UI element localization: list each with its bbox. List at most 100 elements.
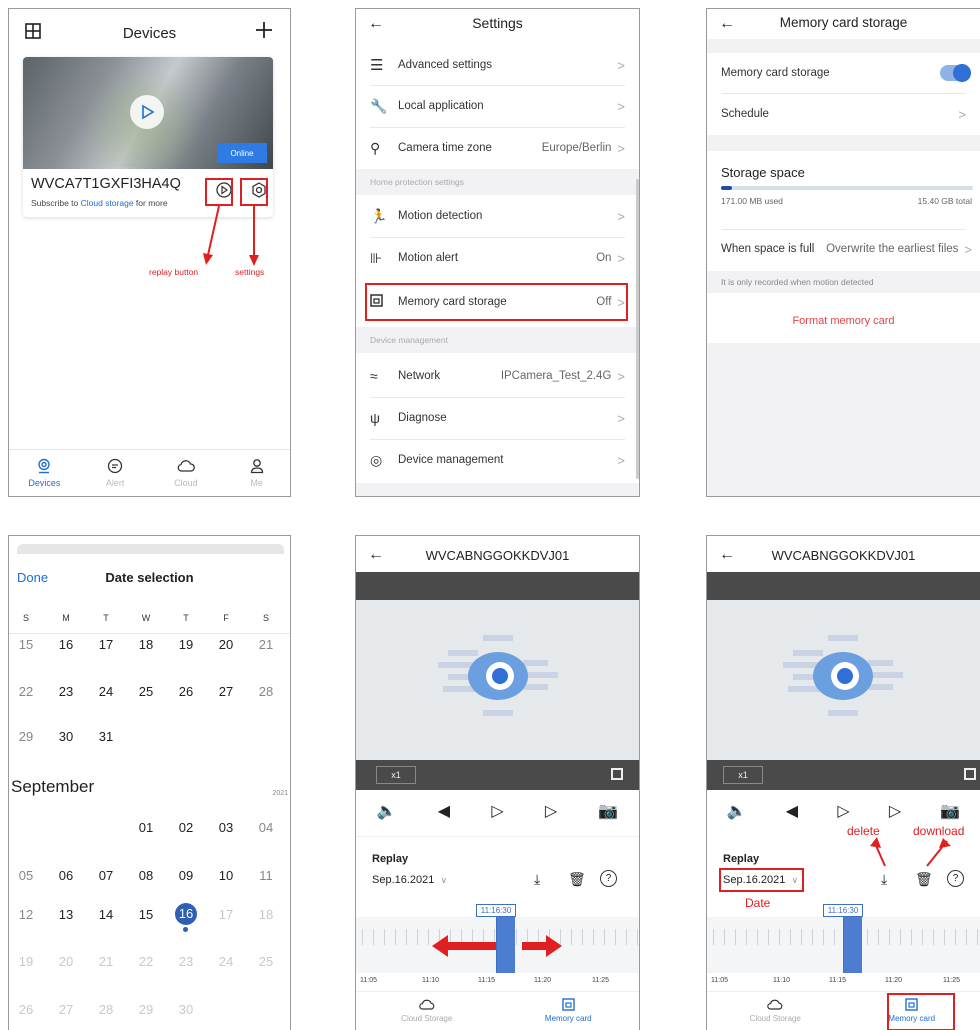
calendar-day[interactable]: 21 (91, 954, 121, 969)
calendar-day[interactable]: 28 (251, 684, 281, 699)
calendar-day[interactable]: 19 (171, 637, 201, 652)
replay-annotated-screen: ← WVCABNGGOKKDVJ01 x1 🔈 ◀︎ ▷ ▷︎ 📷 delete… (706, 535, 980, 1030)
calendar-day[interactable]: 07 (91, 868, 121, 883)
calendar-day[interactable]: 28 (91, 1002, 121, 1017)
date-highlight (719, 868, 804, 892)
tab-memory-card[interactable]: Memory card (498, 992, 640, 1030)
calendar-day[interactable]: 10 (211, 868, 241, 883)
calendar-day[interactable]: 27 (211, 684, 241, 699)
calendar-day[interactable]: 29 (11, 729, 41, 744)
selected-calendar-day[interactable]: 16 (175, 903, 197, 925)
scrollbar[interactable] (636, 179, 639, 479)
weekday-label: W (141, 613, 151, 623)
timeline-tick (768, 929, 769, 945)
calendar-day[interactable]: 22 (131, 954, 161, 969)
timeline-tick (779, 929, 780, 945)
calendar-day[interactable]: 23 (51, 684, 81, 699)
timeline[interactable] (707, 917, 980, 973)
calendar-day[interactable]: 19 (11, 954, 41, 969)
snapshot-icon[interactable]: 📷 (598, 801, 618, 821)
calendar-day[interactable]: 26 (171, 684, 201, 699)
calendar-day[interactable]: 15 (11, 637, 41, 652)
nav-devices[interactable]: Devices (9, 450, 80, 496)
calendar-day[interactable]: 29 (131, 1002, 161, 1017)
calendar-day[interactable]: 25 (251, 954, 281, 969)
calendar-day[interactable]: 01 (131, 820, 161, 835)
calendar-day[interactable]: 02 (171, 820, 201, 835)
calendar-day[interactable]: 14 (91, 907, 121, 922)
settings-screen: ← Settings ☰ Advanced settings > 🔧 Local… (355, 8, 640, 497)
storage-total: 15.40 GB total (917, 196, 972, 206)
help-icon[interactable]: ? (947, 870, 964, 887)
calendar-day[interactable]: 18 (251, 907, 281, 922)
date-dropdown[interactable]: Sep.16.2021 ∨ (372, 874, 447, 886)
settings-row-motion-alert[interactable]: ⊪ Motion alert On > (356, 237, 639, 279)
video-control-bar: x1 (356, 760, 639, 790)
speed-button[interactable]: x1 (376, 766, 416, 784)
calendar-day[interactable]: 11 (251, 868, 281, 883)
settings-row-network[interactable]: ≈ Network IPCamera_Test_2.4G > (356, 355, 639, 397)
calendar-day[interactable]: 21 (251, 637, 281, 652)
calendar-day[interactable]: 08 (131, 868, 161, 883)
timeline-tick (867, 929, 868, 945)
settings-row-diagnose[interactable]: ψ Diagnose > (356, 397, 639, 439)
calendar-day[interactable]: 30 (51, 729, 81, 744)
settings-row-timezone[interactable]: ⚲ Camera time zone Europe/Berlin > (356, 127, 639, 169)
video-area[interactable] (356, 600, 639, 760)
calendar-day[interactable]: 24 (91, 684, 121, 699)
calendar-day[interactable]: 12 (11, 907, 41, 922)
settings-row-advanced[interactable]: ☰ Advanced settings > (356, 45, 639, 85)
nav-cloud[interactable]: Cloud (151, 450, 222, 496)
play-icon[interactable]: ▷ (491, 801, 503, 821)
calendar-day[interactable]: 16 (51, 637, 81, 652)
chevron-right-icon: > (964, 241, 972, 257)
settings-row-motion-detection[interactable]: 🏃 Motion detection > (356, 195, 639, 237)
calendar-day[interactable]: 13 (51, 907, 81, 922)
tab-cloud-storage[interactable]: Cloud Storage (707, 992, 844, 1030)
calendar-day[interactable]: 20 (211, 637, 241, 652)
calendar-day[interactable]: 20 (51, 954, 81, 969)
calendar-day[interactable]: 05 (11, 868, 41, 883)
trash-icon[interactable]: 🗑 (568, 871, 586, 888)
nav-me[interactable]: Me (221, 450, 290, 496)
storage-space-title: Storage space (721, 165, 805, 180)
calendar-day[interactable]: 06 (51, 868, 81, 883)
calendar-day[interactable]: 17 (91, 637, 121, 652)
calendar-day[interactable]: 31 (91, 729, 121, 744)
download-icon[interactable]: ⤓ (881, 871, 887, 888)
calendar-day[interactable]: 03 (211, 820, 241, 835)
tab-cloud-storage[interactable]: Cloud Storage (356, 992, 498, 1030)
next-icon[interactable]: ▷︎ (545, 801, 557, 821)
calendar-day[interactable]: 25 (131, 684, 161, 699)
download-icon[interactable]: ⤓ (534, 871, 540, 888)
timeline-tick (922, 929, 923, 945)
memory-toggle-switch[interactable] (940, 64, 971, 82)
nav-alert[interactable]: Alert (80, 450, 151, 496)
row-label: Diagnose (398, 412, 447, 424)
calendar-day[interactable]: 30 (171, 1002, 201, 1017)
calendar-day[interactable]: 27 (51, 1002, 81, 1017)
calendar-day[interactable]: 24 (211, 954, 241, 969)
when-full-row[interactable]: When space is full Overwrite the earlies… (707, 229, 980, 269)
format-memory-card-button[interactable]: Format memory card (707, 315, 980, 327)
calendar-day[interactable]: 18 (131, 637, 161, 652)
speaker-icon[interactable]: 🔈 (377, 801, 397, 821)
previous-icon[interactable]: ◀︎ (438, 801, 450, 821)
calendar-day[interactable]: 09 (171, 868, 201, 883)
settings-row-local-app[interactable]: 🔧 Local application > (356, 85, 639, 127)
timeline-time-label: 11:25 (592, 977, 609, 984)
schedule-row[interactable]: Schedule > (707, 93, 980, 135)
timeline-time-label: 11:15 (829, 977, 846, 984)
timeline-tick (373, 929, 374, 945)
calendar-day[interactable]: 17 (211, 907, 241, 922)
calendar-day[interactable]: 04 (251, 820, 281, 835)
help-icon[interactable]: ? (600, 870, 617, 887)
chevron-right-icon: > (958, 106, 966, 122)
trash-icon[interactable]: 🗑 (915, 871, 933, 888)
fullscreen-icon[interactable] (611, 768, 623, 780)
calendar-day[interactable]: 15 (131, 907, 161, 922)
calendar-day[interactable]: 26 (11, 1002, 41, 1017)
calendar-day[interactable]: 23 (171, 954, 201, 969)
calendar-day[interactable]: 22 (11, 684, 41, 699)
settings-row-device-management[interactable]: ◎ Device management > (356, 439, 639, 481)
